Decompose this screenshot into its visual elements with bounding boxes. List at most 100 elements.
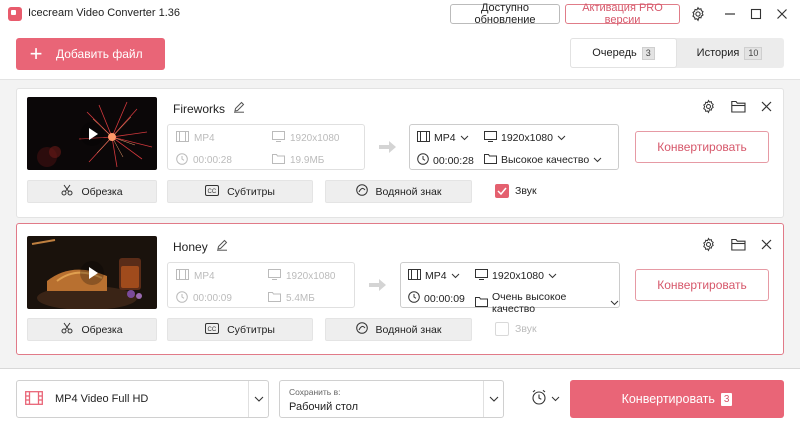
chevron-down-icon <box>460 132 469 144</box>
remove-item-icon[interactable] <box>757 97 775 115</box>
source-size: 5.4МБ <box>268 291 315 305</box>
video-thumbnail[interactable] <box>27 236 157 309</box>
target-resolution-dropdown[interactable]: 1920x1080 <box>475 269 557 283</box>
sound-checkbox[interactable] <box>495 184 509 198</box>
app-logo-icon <box>8 7 22 21</box>
target-quality-dropdown[interactable]: Очень высокое качество <box>475 291 619 315</box>
edit-icon[interactable] <box>216 239 228 254</box>
video-thumbnail[interactable] <box>27 97 157 170</box>
convert-all-label: Конвертировать <box>621 392 715 406</box>
tab-queue[interactable]: Очередь 3 <box>570 38 677 68</box>
monitor-icon <box>272 131 285 145</box>
close-icon[interactable] <box>772 4 792 24</box>
target-resolution-dropdown[interactable]: 1920x1080 <box>484 131 566 145</box>
file-name: Fireworks <box>173 101 245 116</box>
target-duration[interactable]: 00:00:28 <box>417 153 474 168</box>
trim-button[interactable]: Обрезка <box>27 180 157 203</box>
cc-icon: CC <box>205 184 220 199</box>
minimize-icon[interactable] <box>720 4 740 24</box>
app-title: Icecream Video Converter 1.36 <box>28 7 181 19</box>
target-resolution-text: 1920x1080 <box>492 270 544 282</box>
update-button[interactable]: Доступно обновление <box>450 2 560 26</box>
tab-queue-count: 3 <box>641 46 655 60</box>
queue-history-tabs: Очередь 3 История 10 <box>570 38 784 68</box>
settings-icon[interactable] <box>688 4 708 24</box>
clock-icon <box>417 153 429 168</box>
target-format-dropdown[interactable]: MP4 <box>417 131 469 145</box>
sound-checkbox[interactable] <box>495 322 509 336</box>
convert-all-button[interactable]: Конвертировать 3 <box>570 380 784 418</box>
target-quality-dropdown[interactable]: Высокое качество <box>484 153 602 167</box>
target-settings: MP4 1920x1080 00:00:09 Очень высокое кач… <box>400 262 620 315</box>
convert-button[interactable]: Конвертировать <box>635 269 769 301</box>
format-preset-select[interactable]: MP4 Video Full HD <box>16 380 269 418</box>
play-icon[interactable] <box>79 121 105 147</box>
folder-icon[interactable] <box>729 97 747 115</box>
remove-item-icon[interactable] <box>757 235 775 253</box>
source-format: MP4 <box>176 131 215 145</box>
folder-icon[interactable] <box>729 235 747 253</box>
trim-button[interactable]: Обрезка <box>27 318 157 341</box>
chevron-down-icon <box>551 393 560 405</box>
source-size-text: 19.9МБ <box>290 154 325 166</box>
source-duration-text: 00:00:09 <box>193 293 232 304</box>
arrow-right-icon <box>378 139 398 158</box>
subtitles-button[interactable]: CC Субтитры <box>167 318 313 341</box>
source-size-text: 5.4МБ <box>286 292 315 304</box>
target-format-dropdown[interactable]: MP4 <box>408 269 460 283</box>
edit-icon[interactable] <box>233 101 245 116</box>
subtitles-label: Субтитры <box>227 185 275 198</box>
sound-toggle[interactable]: Звук <box>495 184 537 198</box>
sound-toggle[interactable]: Звук <box>495 322 537 336</box>
activate-pro-button[interactable]: Активация PRO версии <box>565 2 680 26</box>
chevron-down-icon[interactable] <box>483 381 503 417</box>
queue-item[interactable]: Honey MP4 1920x1080 00:00:09 5.4МБ MP4 1… <box>16 223 784 355</box>
subtitles-button[interactable]: CC Субтитры <box>167 180 313 203</box>
chevron-down-icon <box>610 297 619 309</box>
footer-bar: MP4 Video Full HD Сохранить в: Рабочий с… <box>0 369 800 429</box>
watermark-icon <box>355 322 368 337</box>
convert-button[interactable]: Конвертировать <box>635 131 769 163</box>
chevron-down-icon[interactable] <box>248 381 268 417</box>
timer-icon <box>531 389 547 408</box>
tab-history-label: История <box>696 47 740 59</box>
schedule-dropdown[interactable] <box>531 389 560 408</box>
add-file-label: Добавить файл <box>56 47 143 61</box>
add-file-button[interactable]: + Добавить файл <box>16 38 165 70</box>
source-duration-text: 00:00:28 <box>193 155 232 166</box>
source-resolution-text: 1920x1080 <box>286 270 336 282</box>
source-resolution-text: 1920x1080 <box>290 132 340 144</box>
clock-icon <box>176 153 188 168</box>
chevron-down-icon <box>557 132 566 144</box>
watermark-button[interactable]: Водяной знак <box>325 318 472 341</box>
film-icon <box>25 390 43 408</box>
clock-icon <box>176 291 188 306</box>
conversion-queue: Fireworks MP4 1920x1080 00:00:28 19.9МБ <box>0 80 800 368</box>
save-location-select[interactable]: Сохранить в: Рабочий стол <box>279 380 504 418</box>
folder-icon <box>268 291 281 305</box>
tab-history[interactable]: История 10 <box>677 38 782 68</box>
target-duration-text: 00:00:09 <box>424 292 465 305</box>
sound-label: Звук <box>515 323 537 335</box>
folder-icon <box>475 296 488 310</box>
target-duration[interactable]: 00:00:09 <box>408 291 465 306</box>
folder-icon <box>484 153 497 167</box>
watermark-button[interactable]: Водяной знак <box>325 180 472 203</box>
monitor-icon <box>268 269 281 283</box>
target-quality-text: Очень высокое качество <box>492 291 567 315</box>
settings-icon[interactable] <box>699 235 717 253</box>
settings-icon[interactable] <box>699 97 717 115</box>
source-info: MP4 1920x1080 00:00:28 19.9МБ <box>167 124 365 170</box>
folder-icon <box>272 153 285 167</box>
play-icon[interactable] <box>79 260 105 286</box>
toolbar-header: + Добавить файл Очередь 3 История 10 <box>0 28 800 80</box>
queue-item[interactable]: Fireworks MP4 1920x1080 00:00:28 19.9МБ <box>16 88 784 218</box>
source-duration: 00:00:09 <box>176 291 232 306</box>
source-resolution: 1920x1080 <box>272 131 340 145</box>
maximize-icon[interactable] <box>746 4 766 24</box>
arrow-right-icon <box>368 277 388 296</box>
source-duration: 00:00:28 <box>176 153 232 168</box>
clock-icon <box>408 291 420 306</box>
scissors-icon <box>61 322 73 337</box>
trim-label: Обрезка <box>81 323 123 336</box>
